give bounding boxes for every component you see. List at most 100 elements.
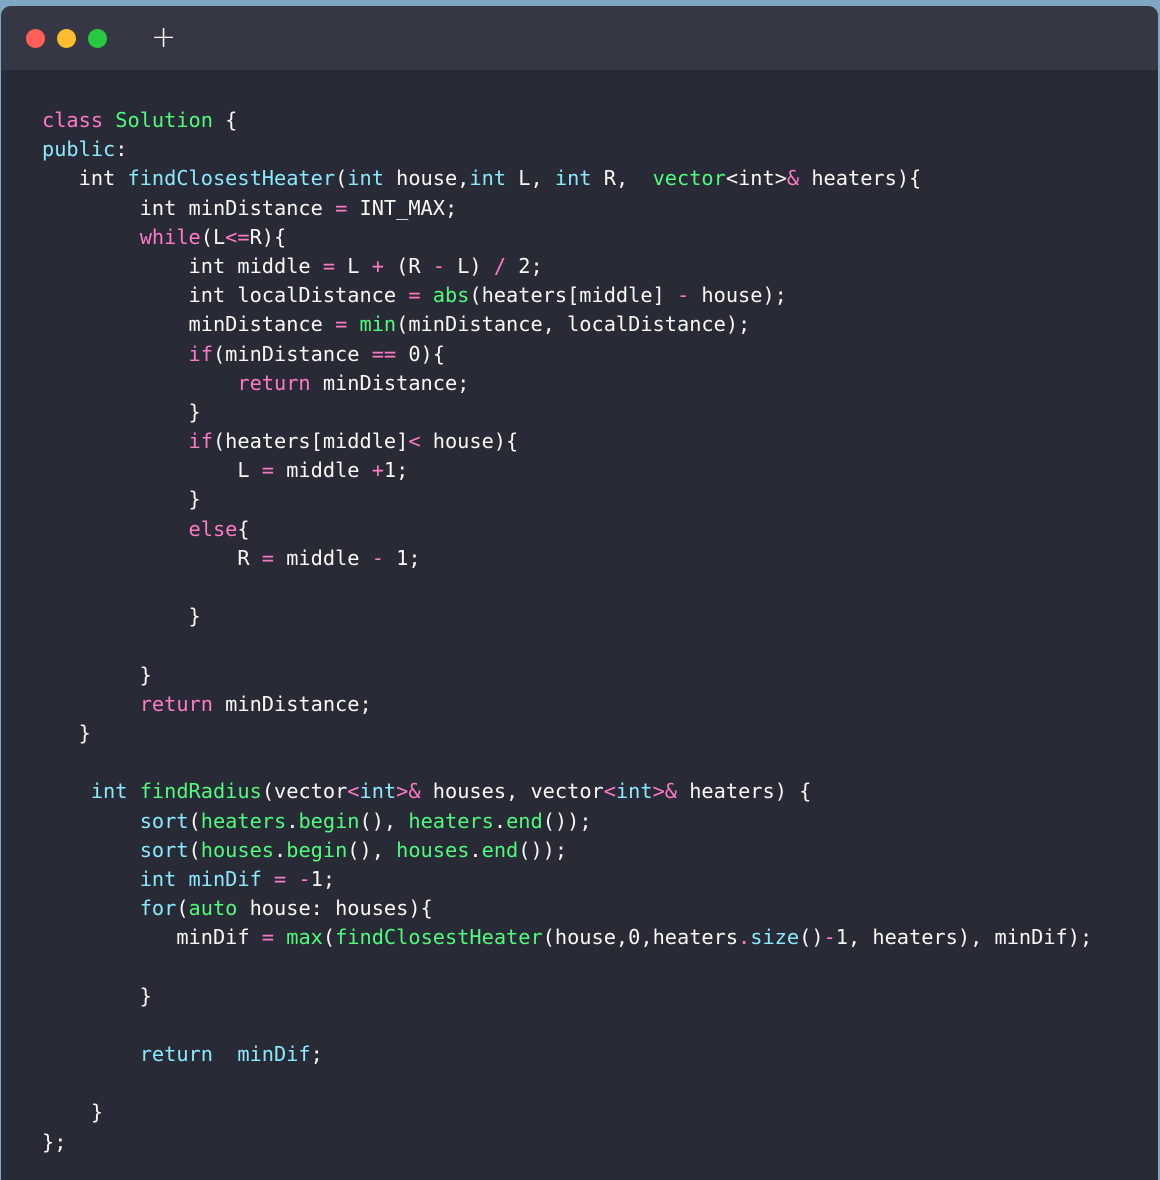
- code-token: begin: [298, 808, 360, 833]
- code-token: .: [286, 808, 299, 833]
- code-token: R){: [249, 224, 287, 249]
- code-line: if(heaters[middle]< house){: [42, 427, 1092, 456]
- code-token: }: [42, 487, 201, 512]
- code-token: findClosestHeater: [127, 166, 336, 191]
- code-token: (minDistance: [212, 341, 372, 366]
- code-token: minDistance: [42, 312, 336, 337]
- code-token: .: [738, 925, 751, 950]
- code-token: heaters: [408, 808, 494, 833]
- code-token: middle: [274, 545, 372, 570]
- code-token: .: [493, 808, 507, 833]
- code-token: end: [506, 808, 543, 833]
- code-line: }: [42, 661, 1092, 690]
- maximize-button[interactable]: [88, 28, 107, 48]
- code-token: Solution: [115, 108, 213, 132]
- code-token: -: [298, 866, 311, 891]
- code-token: };: [42, 1129, 67, 1154]
- code-token: (): [799, 925, 824, 950]
- code-token: auto: [188, 896, 238, 921]
- code-token: (heaters[middle]: [469, 283, 677, 308]
- code-token: return: [237, 370, 311, 395]
- code-token: }: [42, 662, 152, 687]
- code-token: (: [188, 837, 201, 862]
- code-token: =: [335, 195, 348, 220]
- code-token: minDistance;: [212, 691, 372, 716]
- code-token: <: [408, 429, 421, 454]
- code-token: (: [176, 896, 189, 921]
- code-token: <int>: [725, 166, 787, 191]
- code-token: (house,0,heaters: [542, 925, 739, 950]
- code-line: for(auto house: houses){: [42, 894, 1092, 923]
- code-line: minDistance = min(minDistance, localDist…: [42, 310, 1092, 339]
- code-token: }: [42, 720, 91, 745]
- code-token: int: [554, 166, 592, 191]
- code-token: (: [335, 166, 348, 191]
- code-token: (L: [200, 224, 226, 249]
- code-token: (vector: [261, 779, 348, 804]
- code-token: <: [347, 779, 360, 804]
- code-token: minDistance;: [310, 370, 470, 395]
- code-token: /: [493, 253, 507, 278]
- minimize-button[interactable]: [57, 28, 76, 48]
- code-token: min: [359, 312, 397, 337]
- code-token: ());: [542, 808, 592, 833]
- code-token: 1;: [310, 866, 336, 891]
- code-line: }: [42, 982, 1092, 1011]
- code-editor[interactable]: class Solution {public: int findClosestH…: [42, 106, 1092, 1157]
- code-token: {: [237, 516, 250, 541]
- code-token: R,: [591, 166, 653, 191]
- code-line: int localDistance = abs(heaters[middle] …: [42, 281, 1092, 310]
- code-token: minDif: [237, 1042, 311, 1066]
- code-token: class: [42, 108, 104, 132]
- code-token: 1;: [383, 545, 421, 570]
- code-line: int middle = L + (R - L) / 2;: [42, 252, 1092, 281]
- code-token: =: [261, 458, 275, 483]
- code-token: =: [335, 312, 348, 337]
- code-token: return: [139, 1042, 213, 1066]
- code-token: house,: [383, 166, 470, 191]
- new-tab-plus-icon[interactable]: +: [151, 23, 176, 53]
- code-token: houses: [396, 837, 470, 862]
- code-line: int minDif = -1;: [42, 865, 1092, 894]
- code-line: }: [42, 602, 1092, 631]
- close-button[interactable]: [26, 28, 45, 48]
- code-token: (: [188, 808, 201, 833]
- code-token: >&: [652, 779, 678, 804]
- code-token: (R: [383, 253, 433, 278]
- code-line: minDif = max(findClosestHeater(house,0,h…: [42, 923, 1092, 952]
- code-token: =: [408, 283, 421, 308]
- code-line: R = middle - 1;: [42, 544, 1092, 573]
- code-token: ;: [310, 1042, 323, 1066]
- code-token: +: [371, 253, 384, 278]
- code-token: (: [322, 925, 336, 950]
- code-token: }: [42, 399, 201, 424]
- code-token: middle: [274, 458, 372, 483]
- code-token: public: [42, 137, 116, 162]
- code-token: houses, vector: [420, 779, 604, 804]
- code-token: =: [261, 925, 275, 950]
- code-token: (),: [347, 837, 397, 862]
- code-token: .: [469, 837, 482, 862]
- code-token: -: [676, 283, 690, 308]
- code-token: L: [42, 458, 262, 483]
- code-token: -: [823, 925, 836, 950]
- code-token: int: [347, 166, 384, 191]
- code-line: int minDistance = INT_MAX;: [42, 194, 1092, 223]
- code-token: int: [615, 779, 653, 804]
- code-token: INT_MAX;: [347, 195, 458, 220]
- code-token: minDif: [42, 925, 262, 950]
- code-token: (minDistance, localDistance);: [396, 312, 751, 337]
